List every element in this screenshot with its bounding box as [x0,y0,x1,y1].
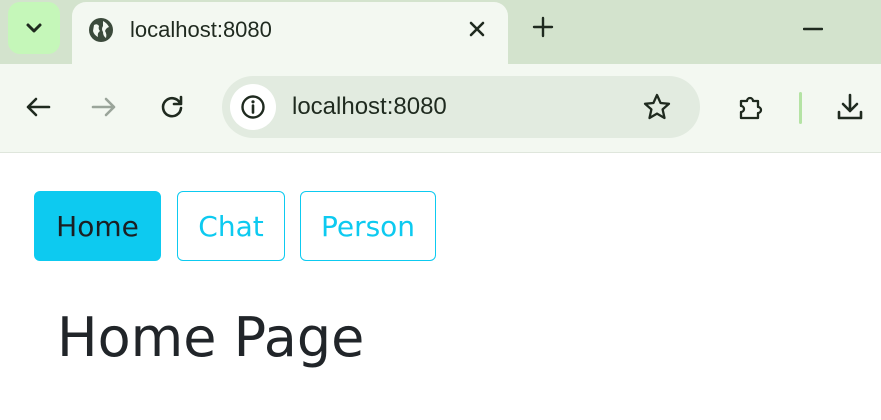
minimize-button[interactable] [796,12,830,46]
extensions-button[interactable] [734,90,768,124]
tab-strip: localhost:8080 [0,0,881,66]
back-button[interactable] [21,90,55,124]
star-icon [643,93,671,120]
close-icon [469,21,485,37]
nav-chat-button[interactable]: Chat [177,191,285,261]
forward-button[interactable] [87,90,121,124]
plus-icon [532,16,554,38]
globe-icon [89,18,113,42]
forward-arrow-icon [91,97,116,117]
tab-title: localhost:8080 [130,17,272,42]
tab-search-button[interactable] [8,2,60,54]
toolbar-divider [799,92,802,124]
download-icon [837,93,863,120]
browser-toolbar: localhost:8080 [0,64,881,153]
new-tab-button[interactable] [526,10,560,44]
site-info-button[interactable] [230,84,276,130]
nav-home-button[interactable]: Home [34,191,161,261]
reload-icon [161,95,183,118]
puzzle-icon [739,96,763,120]
address-bar[interactable]: localhost:8080 [222,76,700,138]
bookmark-button[interactable] [640,90,674,124]
chevron-down-icon [26,23,42,33]
nav-person-button[interactable]: Person [300,191,436,261]
minimize-icon [803,27,823,31]
reload-button[interactable] [155,90,189,124]
info-icon [241,95,265,119]
url-text: localhost:8080 [292,93,447,120]
back-arrow-icon [26,97,51,117]
browser-tab[interactable]: localhost:8080 [72,2,508,66]
close-tab-button[interactable] [462,14,492,44]
downloads-button[interactable] [833,90,867,124]
page-title: Home Page [57,306,365,369]
